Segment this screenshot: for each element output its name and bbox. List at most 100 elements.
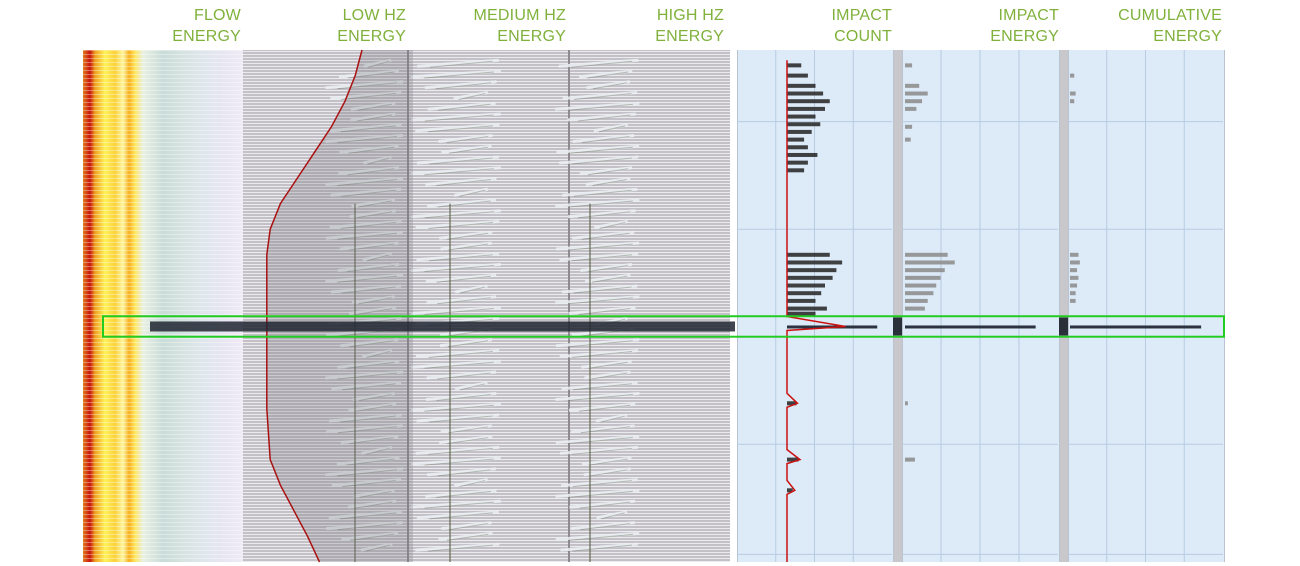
- waveform-trace: [410, 209, 501, 219]
- waveform-trace: [425, 488, 497, 498]
- bar-impact-count: [787, 145, 808, 150]
- waveform-trace: [410, 112, 501, 122]
- bar-cumulative-energy: [1070, 99, 1075, 104]
- waveform-trace: [415, 220, 500, 230]
- chart-overlay: [102, 49, 1225, 563]
- waveform-trace: [440, 241, 492, 251]
- waveform-trace: [454, 187, 488, 197]
- waveform-trace: [579, 69, 633, 79]
- waveform-trace: [441, 144, 492, 154]
- waveform-trace: [453, 91, 489, 100]
- event-band-marker: [1059, 317, 1068, 336]
- bar-impact-energy: [905, 291, 934, 296]
- bar-impact-count: [787, 160, 808, 165]
- waveform-trace: [580, 263, 633, 273]
- bar-impact-count: [787, 306, 827, 311]
- waveform-trace: [572, 134, 635, 143]
- waveform-trace: [562, 91, 638, 100]
- waveform-trace: [558, 58, 639, 68]
- bar-impact-energy: [905, 137, 911, 142]
- waveform-trace: [410, 499, 501, 509]
- waveform-trace: [425, 273, 497, 283]
- waveform-trace: [560, 542, 638, 552]
- bar-impact-count: [787, 137, 805, 142]
- bar-impact-count: [787, 298, 816, 303]
- bar-impact-count: [787, 275, 833, 280]
- waveform-trace: [415, 542, 500, 552]
- waveform-trace: [567, 209, 636, 219]
- waveform-trace: [410, 69, 501, 79]
- bar-impact-count: [787, 122, 821, 127]
- bar-impact-count: [787, 106, 825, 111]
- waveform-trace: [410, 306, 501, 316]
- waveform-trace: [416, 510, 500, 520]
- waveform-trace: [438, 435, 493, 445]
- waveform-trace: [454, 284, 488, 294]
- bar-impact-energy: [905, 298, 928, 303]
- waveform-trace: [579, 166, 633, 176]
- bar-cumulative-energy: [1070, 291, 1076, 296]
- bar-cumulative-energy: [1070, 73, 1075, 78]
- waveform-trace: [440, 424, 492, 434]
- bar-impact-count: [787, 252, 830, 257]
- bar-cumulative-energy: [1070, 268, 1078, 273]
- bar-impact-count: [787, 168, 805, 173]
- bar-cumulative-energy: [1070, 275, 1079, 280]
- waveform-trace: [570, 424, 635, 434]
- waveform-trace: [555, 198, 640, 208]
- bar-impact-count: [787, 291, 822, 296]
- waveform-trace: [416, 252, 500, 262]
- bar-impact-count: [787, 73, 808, 78]
- bar-impact-count: [787, 283, 825, 288]
- waveform-trace: [568, 306, 636, 316]
- waveform-trace: [594, 220, 628, 229]
- waveform-trace: [410, 263, 501, 273]
- waveform-trace: [584, 370, 631, 380]
- waveform-trace: [584, 273, 631, 283]
- bar-impact-energy: [905, 401, 908, 406]
- bar-impact-energy: [905, 268, 945, 273]
- bar-cumulative-energy: [1070, 298, 1076, 303]
- bar-impact-energy: [905, 275, 941, 280]
- waveform-trace: [569, 499, 636, 509]
- waveform-trace: [415, 445, 500, 455]
- waveform-trace: [410, 166, 501, 176]
- waveform-trace: [410, 456, 501, 466]
- waveform-trace: [439, 230, 493, 240]
- bar-impact-count: [787, 114, 816, 119]
- bar-cumulative-energy: [1070, 283, 1078, 288]
- event-band: [150, 321, 735, 332]
- waveform-trace: [580, 359, 632, 369]
- waveform-trace: [441, 521, 492, 531]
- bar-impact-energy: [905, 283, 937, 288]
- bar-impact-energy: [905, 99, 923, 104]
- waveform-trace: [570, 521, 635, 531]
- bar-impact-count: [787, 91, 824, 96]
- waveform-trace: [439, 338, 493, 348]
- bar-impact-count: [787, 260, 843, 265]
- bar-impact-count: [787, 311, 816, 316]
- waveform-trace: [416, 413, 500, 423]
- waveform-trace: [561, 284, 638, 294]
- waveform-trace: [595, 413, 628, 423]
- bar-cumulative-energy: [1070, 325, 1202, 329]
- waveform-trace: [426, 295, 497, 305]
- waveform-trace: [426, 370, 497, 380]
- impact-count-curve: [786, 60, 846, 562]
- waveform-trace: [585, 177, 631, 186]
- bar-impact-energy: [905, 325, 1036, 329]
- flow-curve-fill: [266, 50, 413, 562]
- waveform-trace: [596, 510, 628, 520]
- bar-impact-energy: [905, 106, 917, 111]
- waveform-trace: [424, 80, 497, 90]
- waveform-trace: [559, 252, 639, 262]
- waveform-trace: [417, 58, 499, 68]
- bar-impact-count: [787, 152, 818, 157]
- waveform-trace: [438, 531, 493, 541]
- waveform-trace: [454, 478, 488, 488]
- bar-cumulative-energy: [1070, 91, 1076, 96]
- bar-impact-count: [787, 268, 837, 273]
- waveform-trace: [561, 381, 638, 391]
- waveform-trace: [559, 155, 639, 165]
- bar-impact-energy: [905, 124, 913, 129]
